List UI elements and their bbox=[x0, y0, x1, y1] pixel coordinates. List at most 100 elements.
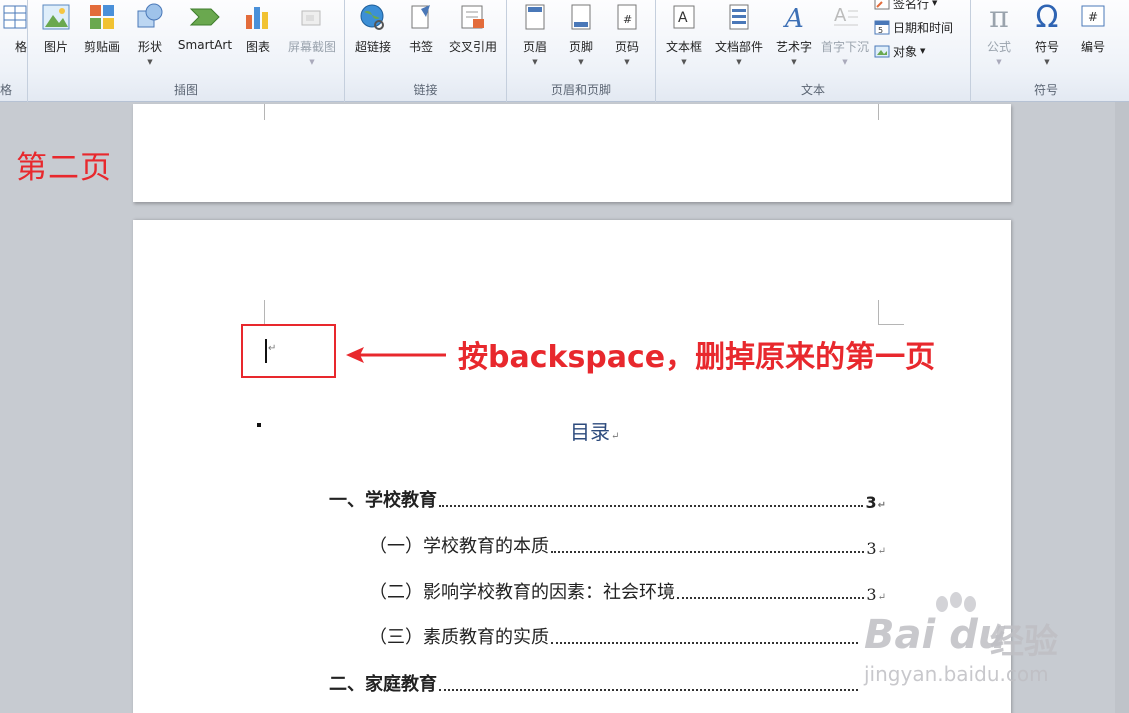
toc-entry-text: 二、家庭教育 bbox=[329, 674, 437, 695]
pi-glyph: π bbox=[989, 0, 1009, 35]
footer-label: 页脚 bbox=[568, 40, 593, 54]
symbol-label: 符号 bbox=[1034, 40, 1059, 54]
group-label-illustrations: 插图 bbox=[173, 83, 198, 97]
ribbon: 格 格 图片 剪贴画 形状 ▼ SmartArt 图表 屏幕截图 ▼ 插图 超链… bbox=[0, 0, 1129, 102]
table-label: 格 bbox=[14, 40, 27, 54]
numbering-label: 编号 bbox=[1080, 40, 1105, 54]
window-edge bbox=[1115, 102, 1129, 713]
chart-button[interactable]: 图表 bbox=[230, 0, 286, 72]
ribbon-group-links: 超链接 书签 交叉引用 链接 bbox=[345, 0, 507, 102]
svg-text:A: A bbox=[678, 10, 688, 26]
backspace-instruction: 按backspace，删掉原来的第一页 bbox=[458, 340, 936, 375]
page-number-label: 页码 bbox=[614, 40, 639, 54]
paragraph-mark: ↵ bbox=[877, 546, 886, 557]
crop-mark bbox=[878, 300, 879, 324]
shapes-icon bbox=[134, 0, 166, 34]
wordart-dropdown-icon[interactable]: ▼ bbox=[791, 58, 796, 66]
highlight-box bbox=[241, 324, 336, 378]
ribbon-group-illustrations: 图片 剪贴画 形状 ▼ SmartArt 图表 屏幕截图 ▼ 插图 bbox=[28, 0, 345, 102]
svg-text:A: A bbox=[783, 4, 804, 31]
smartart-button[interactable]: SmartArt bbox=[176, 0, 234, 72]
toc-entry[interactable]: （一）学校教育的本质 3↵ bbox=[369, 534, 886, 558]
signature-line-icon bbox=[874, 0, 890, 11]
chart-label: 图表 bbox=[245, 40, 270, 54]
screenshot-button[interactable]: 屏幕截图 ▼ bbox=[282, 0, 342, 72]
hyperlink-label: 超链接 bbox=[354, 40, 391, 54]
toc-leader-dots bbox=[551, 642, 858, 644]
cross-reference-button[interactable]: 交叉引用 bbox=[443, 0, 503, 72]
svg-text:A: A bbox=[834, 5, 847, 26]
object-button[interactable]: 对象 ▼ bbox=[874, 40, 925, 62]
symbol-dropdown-icon[interactable]: ▼ bbox=[1044, 58, 1049, 66]
shapes-button[interactable]: 形状 ▼ bbox=[122, 0, 178, 72]
textbox-icon: A bbox=[668, 0, 700, 34]
header-dropdown-icon[interactable]: ▼ bbox=[532, 58, 537, 66]
toc-leader-dots bbox=[551, 551, 865, 553]
textbox-label: 文本框 bbox=[665, 40, 702, 54]
quick-parts-button[interactable]: 文档部件 ▼ bbox=[710, 0, 768, 72]
header-icon bbox=[519, 0, 551, 34]
clipart-icon bbox=[86, 0, 118, 34]
omega-glyph: Ω bbox=[1035, 0, 1059, 35]
toc-entry[interactable]: （二）影响学校教育的因素：社会环境 3↵ bbox=[369, 580, 886, 604]
bookmark-button[interactable]: 书签 bbox=[393, 0, 449, 72]
watermark-brand-bai: Bai bbox=[864, 612, 936, 658]
wordart-button[interactable]: A 艺术字 ▼ bbox=[766, 0, 822, 72]
paragraph-mark: ↵ bbox=[611, 431, 620, 442]
toc-title[interactable]: 目录↵ bbox=[570, 416, 619, 445]
baidu-jingyan-watermark: Bai du 经验 jingyan.baidu.com bbox=[858, 592, 1078, 692]
equation-label: 公式 bbox=[986, 40, 1011, 54]
signature-line-button[interactable]: 签名行 ▼ bbox=[874, 0, 937, 14]
cross-reference-icon bbox=[457, 0, 489, 34]
date-time-icon: 5 bbox=[874, 19, 890, 35]
toc-entry[interactable]: 二、家庭教育 bbox=[329, 672, 860, 696]
text-cursor bbox=[265, 339, 267, 363]
textbox-button[interactable]: A 文本框 ▼ bbox=[656, 0, 712, 72]
group-label-text: 文本 bbox=[800, 83, 825, 97]
bookmark-label: 书签 bbox=[408, 40, 433, 54]
picture-label: 图片 bbox=[43, 40, 68, 54]
watermark-url: jingyan.baidu.com bbox=[864, 662, 1049, 686]
quick-parts-icon bbox=[723, 0, 755, 34]
watermark-cn: 经验 bbox=[990, 622, 1058, 662]
numbering-icon: # bbox=[1077, 0, 1109, 34]
shapes-dropdown-icon[interactable]: ▼ bbox=[147, 58, 152, 66]
paragraph-mark: ↵ bbox=[268, 343, 277, 354]
toc-entry[interactable]: （三）素质教育的实质 bbox=[369, 625, 860, 649]
group-label-table: 格 bbox=[0, 83, 13, 97]
ribbon-group-header-footer: 页眉 ▼ 页脚 ▼ # 页码 ▼ 页眉和页脚 bbox=[507, 0, 656, 102]
toc-entry[interactable]: 一、学校教育 3↵ bbox=[329, 488, 886, 512]
page-number-icon: # bbox=[611, 0, 643, 34]
document-page-1[interactable] bbox=[133, 104, 1011, 202]
toc-page-number-text: 3 bbox=[866, 539, 877, 558]
toc-page-number-text: 3 bbox=[865, 493, 877, 512]
group-label-symbols: 符号 bbox=[1033, 83, 1058, 97]
clipart-label: 剪贴画 bbox=[83, 40, 120, 54]
screenshot-label: 屏幕截图 bbox=[287, 40, 336, 54]
quick-parts-dropdown-icon[interactable]: ▼ bbox=[736, 58, 741, 66]
drop-cap-button[interactable]: A 首字下沉 ▼ bbox=[816, 0, 874, 72]
toc-title-text: 目录 bbox=[570, 420, 610, 444]
date-time-button[interactable]: 5 日期和时间 bbox=[874, 16, 953, 38]
page-number-button[interactable]: # 页码 ▼ bbox=[599, 0, 655, 72]
ribbon-group-symbols: π 公式 ▼ Ω 符号 ▼ # 编号 符号 bbox=[971, 0, 1121, 102]
ribbon-group-table-partial: 格 格 bbox=[0, 0, 28, 102]
paragraph-mark: ↵ bbox=[877, 500, 886, 511]
footer-icon bbox=[565, 0, 597, 34]
equation-dropdown-icon[interactable]: ▼ bbox=[996, 58, 1001, 66]
textbox-dropdown-icon[interactable]: ▼ bbox=[681, 58, 686, 66]
screenshot-dropdown-icon[interactable]: ▼ bbox=[309, 58, 314, 66]
footer-dropdown-icon[interactable]: ▼ bbox=[578, 58, 583, 66]
wordart-label: 艺术字 bbox=[775, 40, 812, 54]
drop-cap-dropdown-icon[interactable]: ▼ bbox=[842, 58, 847, 66]
omega-icon: Ω bbox=[1031, 0, 1063, 35]
picture-icon bbox=[40, 0, 72, 34]
object-icon bbox=[874, 43, 890, 59]
wordart-icon: A bbox=[778, 0, 810, 34]
quick-parts-label: 文档部件 bbox=[714, 40, 763, 54]
group-label-header-footer: 页眉和页脚 bbox=[550, 83, 611, 97]
page-number-dropdown-icon[interactable]: ▼ bbox=[624, 58, 629, 66]
ribbon-group-text: A 文本框 ▼ 文档部件 ▼ A 艺术字 ▼ A 首字下沉 ▼ 签名行 ▼ 5 … bbox=[656, 0, 971, 102]
toc-leader-dots bbox=[439, 689, 858, 691]
numbering-button[interactable]: # 编号 bbox=[1065, 0, 1121, 72]
